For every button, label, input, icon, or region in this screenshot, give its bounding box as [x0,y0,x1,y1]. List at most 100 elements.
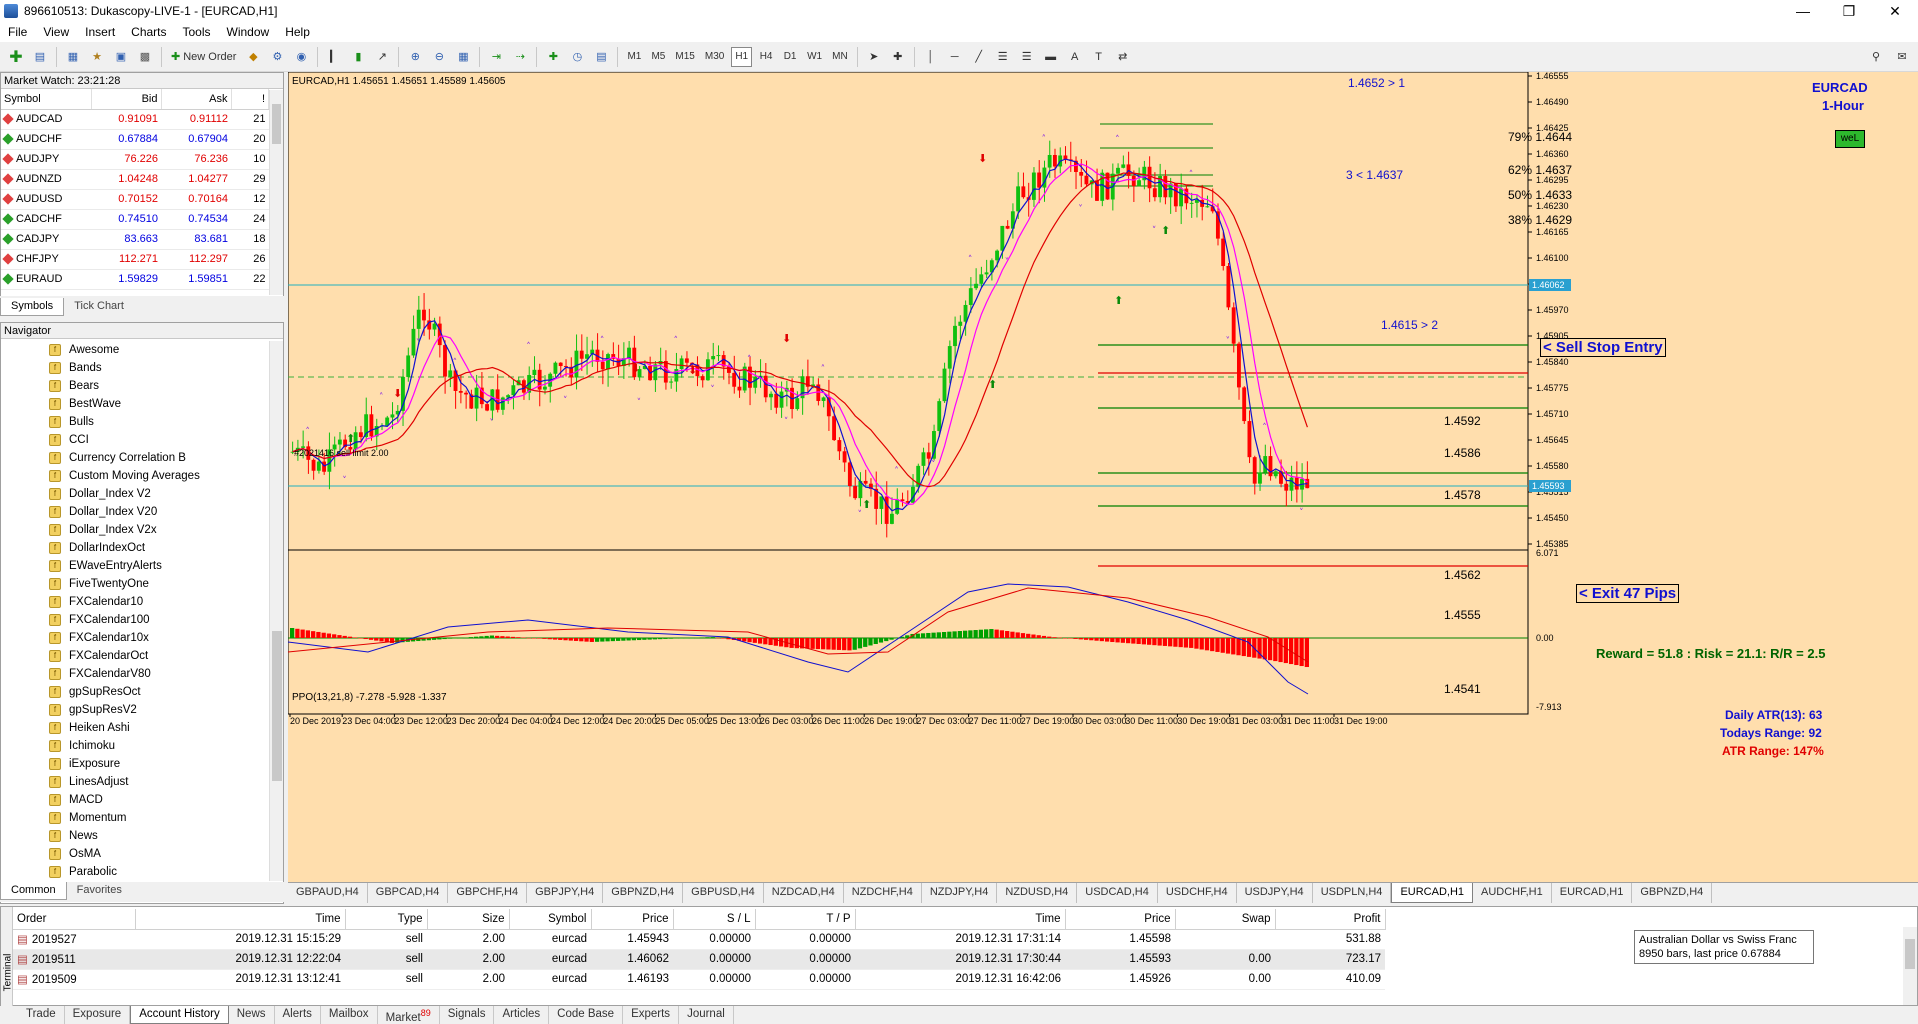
price-chart[interactable]: 1.465551.464901.464251.463601.462951.462… [288,72,1918,882]
menu-window[interactable]: Window [219,25,278,39]
chart-tab[interactable]: GBPAUD,H4 [288,883,368,903]
terminal-icon[interactable]: ▩ [135,47,155,67]
tab-articles[interactable]: Articles [494,1006,550,1024]
indicators-icon[interactable]: ✚ [543,47,563,67]
navigator-item[interactable]: f Bulls [1,413,267,431]
navigator-item[interactable]: f FXCalendar100 [1,611,267,629]
expert-badge[interactable]: weL [1835,130,1865,148]
tab-account-history[interactable]: Account History [130,1006,229,1024]
chart-tab[interactable]: GBPUSD,H4 [683,883,764,903]
chart-tab[interactable]: GBPCHF,H4 [448,883,528,903]
tab-experts[interactable]: Experts [623,1006,680,1024]
history-row[interactable]: ▤ 2019527 2019.12.31 15:15:29 sell 2.00 eurca… [13,929,1385,950]
tab-alerts[interactable]: Alerts [275,1006,321,1024]
terminal-col-1[interactable]: Time [135,909,346,930]
menu-insert[interactable]: Insert [77,25,123,39]
timeframe-w1[interactable]: W1 [804,47,825,67]
chat-icon[interactable]: ✉ [1892,47,1912,67]
navigator-item[interactable]: f Momentum [1,809,267,827]
navigator-item[interactable]: f FiveTwentyOne [1,575,267,593]
navigator-icon[interactable]: ▣ [111,47,131,67]
chart-tab[interactable]: EURCAD,H1 [1552,883,1633,903]
cursor-icon[interactable]: ➤ [864,47,884,67]
tab-mailbox[interactable]: Mailbox [321,1006,378,1024]
trendline-icon[interactable]: ╱ [969,47,989,67]
market-row[interactable]: AUDJPY 76.226 76.236 10 [1,149,269,170]
tab-tick-chart[interactable]: Tick Chart [64,298,134,316]
navigator-item[interactable]: f Awesome [1,341,267,359]
chart-tab[interactable]: AUDCHF,H1 [1473,883,1552,903]
navigator-item[interactable]: f Currency Correlation B [1,449,267,467]
fibonacci-icon[interactable]: ☰ [1017,47,1037,67]
chart-tab[interactable]: GBPJPY,H4 [527,883,604,903]
chart-tab[interactable]: NZDJPY,H4 [922,883,998,903]
chart-tab[interactable]: NZDCAD,H4 [764,883,844,903]
chart-shift-icon[interactable]: ⇢ [510,47,530,67]
tile-windows-icon[interactable]: ▦ [453,47,473,67]
tab-symbols[interactable]: Symbols [0,298,65,316]
mw-col-2[interactable]: Ask [161,89,232,110]
menu-view[interactable]: View [35,25,77,39]
navigator-item[interactable]: f Dollar_Index V2x [1,521,267,539]
navigator-item[interactable]: f Ichimoku [1,737,267,755]
terminal-col-10[interactable]: Swap [1175,909,1276,930]
market-row[interactable]: AUDNZD 1.04248 1.04277 29 [1,169,269,190]
chart-tab[interactable]: USDJPY,H4 [1237,883,1313,903]
chart-tab[interactable]: USDCHF,H4 [1158,883,1237,903]
market-row[interactable]: CHFJPY 112.271 112.297 26 [1,249,269,270]
market-row[interactable]: AUDCHF 0.67884 0.67904 20 [1,129,269,150]
menu-tools[interactable]: Tools [175,25,219,39]
shapes-icon[interactable]: ▬ [1041,47,1061,67]
arrows-icon[interactable]: ⇄ [1113,47,1133,67]
navigator-item[interactable]: f iExposure [1,755,267,773]
text-label-icon[interactable]: T [1089,47,1109,67]
data-window-icon[interactable]: ★ [87,47,107,67]
tab-signals[interactable]: Signals [440,1006,495,1024]
horizontal-line-icon[interactable]: ─ [945,47,965,67]
navigator-item[interactable]: f gpSupResV2 [1,701,267,719]
chart-tab[interactable]: NZDCHF,H4 [844,883,922,903]
candles-icon[interactable]: ▮ [348,47,368,67]
navigator-item[interactable]: f LinesAdjust [1,773,267,791]
navigator-item[interactable]: f Bears [1,377,267,395]
tab-common[interactable]: Common [0,882,67,900]
tab-news[interactable]: News [229,1006,275,1024]
autoscroll-icon[interactable]: ⇥ [486,47,506,67]
navigator-item[interactable]: f gpSupResOct [1,683,267,701]
navigator-item[interactable]: f FXCalendarOct [1,647,267,665]
navigator-item[interactable]: f OsMA [1,845,267,863]
timeframe-m30[interactable]: M30 [702,47,727,67]
terminal-col-7[interactable]: T / P [755,909,856,930]
navigator-item[interactable]: f FXCalendar10x [1,629,267,647]
navigator-item[interactable]: f Dollar_Index V2 [1,485,267,503]
menu-charts[interactable]: Charts [123,25,174,39]
timeframe-h1[interactable]: H1 [731,46,753,67]
navigator-item[interactable]: f Custom Moving Averages [1,467,267,485]
navigator-item[interactable]: f FXCalendar10 [1,593,267,611]
navigator-item[interactable]: f Parabolic [1,863,267,881]
channel-icon[interactable]: ☰ [993,47,1013,67]
navigator-item[interactable]: f Dollar_Index V20 [1,503,267,521]
market-row[interactable]: CADCHF 0.74510 0.74534 24 [1,209,269,230]
tab-favorites[interactable]: Favorites [67,882,132,900]
timeframe-mn[interactable]: MN [829,47,851,67]
text-icon[interactable]: A [1065,47,1085,67]
navigator-item[interactable]: f MACD [1,791,267,809]
mw-col-0[interactable]: Symbol [1,89,92,110]
terminal-col-3[interactable]: Size [427,909,510,930]
terminal-col-5[interactable]: Price [591,909,674,930]
market-row[interactable]: CADJPY 83.663 83.681 18 [1,229,269,250]
chart-tab[interactable]: GBPCAD,H4 [368,883,449,903]
terminal-col-0[interactable]: Order [13,909,136,930]
terminal-col-9[interactable]: Price [1065,909,1176,930]
chart-window[interactable]: 1.46555 1.46490 1.46425 1.46360 1.46295 1.462… [288,72,1918,882]
market-watch-icon[interactable]: ▦ [63,47,83,67]
maximize-button[interactable]: ❐ [1826,0,1872,22]
vertical-line-icon[interactable]: │ [921,47,941,67]
new-order-button[interactable]: ✚ New Order [168,47,239,67]
history-row[interactable]: ▤ 2019511 2019.12.31 12:22:04 sell 2.00 eurca… [13,949,1385,970]
signals-icon[interactable]: ◉ [291,47,311,67]
navigator-scrollbar[interactable] [269,341,283,881]
navigator-item[interactable]: f EWaveEntryAlerts [1,557,267,575]
history-row[interactable]: ▤ 2019509 2019.12.31 13:12:41 sell 2.00 eurca… [13,969,1385,990]
